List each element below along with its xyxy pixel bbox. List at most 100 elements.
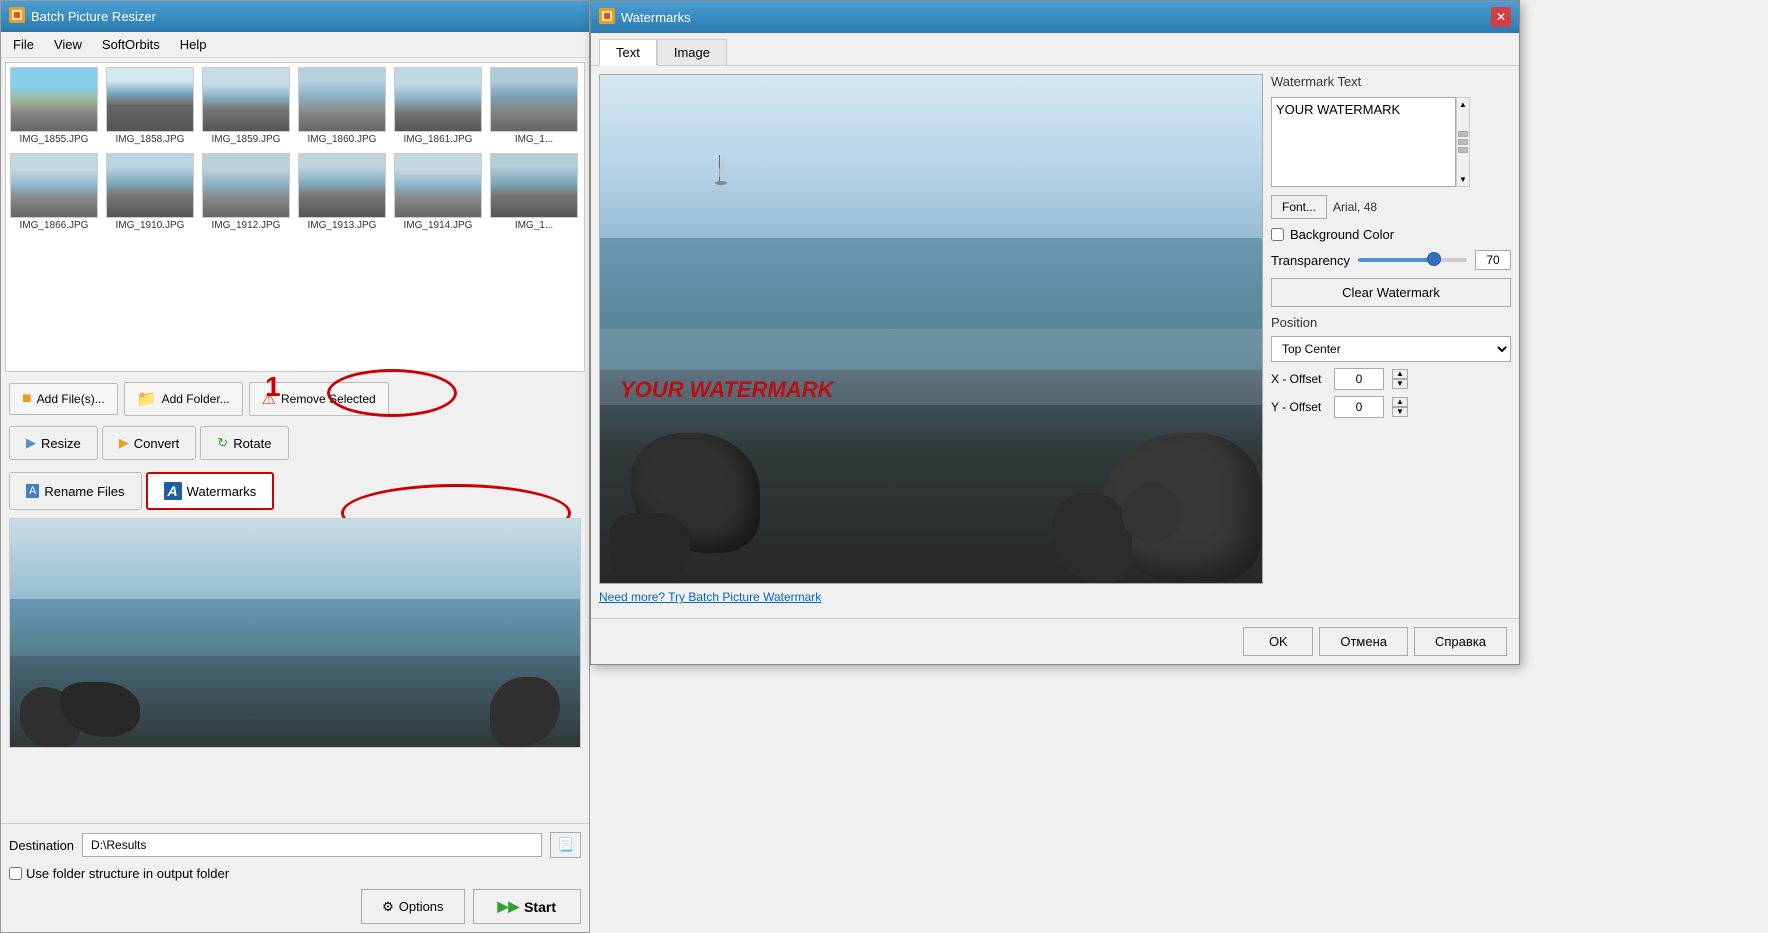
folder-structure-label: Use folder structure in output folder xyxy=(26,866,229,881)
transparency-slider[interactable] xyxy=(1358,258,1467,262)
y-offset-input[interactable] xyxy=(1334,396,1384,418)
transparency-label: Transparency xyxy=(1271,253,1350,268)
folder-icon: 📁 xyxy=(137,389,157,409)
dialog-tabs: Text Image xyxy=(591,33,1519,66)
list-item[interactable]: IMG_1912.JPG xyxy=(202,153,290,231)
destination-browse-button[interactable]: 📃 xyxy=(550,832,581,858)
settings-panel: Watermark Text ▲ ▼ Font... Arial, 48 xyxy=(1271,74,1511,610)
dialog-title: Watermarks xyxy=(621,10,691,25)
resize-icon: ▶ xyxy=(26,435,36,451)
position-dropdown[interactable]: Top Left Top Center Top Right Middle Lef… xyxy=(1271,336,1511,362)
y-offset-label: Y - Offset xyxy=(1271,400,1326,414)
tab-watermarks[interactable]: A Watermarks xyxy=(146,472,275,510)
dialog-content: YOUR WATERMARK Need more? Try Batch Pict… xyxy=(591,66,1519,618)
watermarks-dialog: Watermarks ✕ Text Image xyxy=(590,0,1520,665)
destination-input[interactable] xyxy=(82,833,542,857)
add-files-icon: ■ xyxy=(22,390,32,408)
list-item[interactable]: IMG_1914.JPG xyxy=(394,153,482,231)
menu-file[interactable]: File xyxy=(9,35,38,54)
convert-icon: ▶ xyxy=(119,435,129,451)
y-offset-down-btn[interactable]: ▼ xyxy=(1392,407,1408,417)
bg-color-label: Background Color xyxy=(1290,227,1394,242)
secondary-tabs-row: A Rename Files A Watermarks xyxy=(1,468,589,514)
watermark-text-label: Watermark Text xyxy=(1271,74,1511,89)
x-offset-up-btn[interactable]: ▲ xyxy=(1392,369,1408,379)
x-offset-label: X - Offset xyxy=(1271,372,1326,386)
tab-rename-files[interactable]: A Rename Files xyxy=(9,472,142,510)
start-button[interactable]: ▶▶ Start xyxy=(473,889,581,924)
scrollbar-up-btn[interactable]: ▲ xyxy=(1459,100,1467,109)
clear-watermark-button[interactable]: Clear Watermark xyxy=(1271,278,1511,307)
tab-convert[interactable]: ▶ Convert xyxy=(102,426,197,460)
menu-bar: File View SoftOrbits Help xyxy=(1,32,589,58)
destination-row: Destination 📃 xyxy=(9,832,581,858)
ok-button[interactable]: OK xyxy=(1243,627,1313,656)
rotate-icon: ↻ xyxy=(217,435,228,451)
y-offset-up-btn[interactable]: ▲ xyxy=(1392,397,1408,407)
main-toolbar: ■ Add File(s)... 📁 Add Folder... ⚠ Remov… xyxy=(1,376,589,422)
list-item[interactable]: IMG_1910.JPG xyxy=(106,153,194,231)
cancel-button[interactable]: Отмена xyxy=(1319,627,1408,656)
y-offset-row: Y - Offset ▲ ▼ xyxy=(1271,396,1511,418)
menu-view[interactable]: View xyxy=(50,35,86,54)
main-title: Batch Picture Resizer xyxy=(31,9,156,24)
x-offset-down-btn[interactable]: ▼ xyxy=(1392,379,1408,389)
position-section: Position Top Left Top Center Top Right M… xyxy=(1271,315,1511,418)
list-item[interactable]: IMG_1861.JPG xyxy=(394,67,482,145)
font-info: Arial, 48 xyxy=(1333,200,1377,214)
list-item[interactable]: IMG_1860.JPG xyxy=(298,67,386,145)
list-item[interactable]: IMG_1866.JPG xyxy=(10,153,98,231)
rename-icon: A xyxy=(26,484,39,498)
dialog-title-left: Watermarks xyxy=(599,8,691,27)
bottom-section: Destination 📃 Use folder structure in ou… xyxy=(1,823,589,932)
list-item[interactable]: IMG_1859.JPG xyxy=(202,67,290,145)
position-label: Position xyxy=(1271,315,1511,330)
tab-text[interactable]: Text xyxy=(599,39,657,66)
sailboat-decoration xyxy=(715,155,727,185)
x-offset-spinners: ▲ ▼ xyxy=(1392,369,1408,389)
dialog-close-button[interactable]: ✕ xyxy=(1491,7,1511,27)
options-gear-icon: ⚙ xyxy=(382,899,394,915)
preview-panel: YOUR WATERMARK Need more? Try Batch Pict… xyxy=(599,74,1263,610)
dialog-title-bar: Watermarks ✕ xyxy=(591,1,1519,33)
watermark-text-input[interactable] xyxy=(1271,97,1456,187)
y-offset-spinners: ▲ ▼ xyxy=(1392,397,1408,417)
list-item[interactable]: IMG_1858.JPG xyxy=(106,67,194,145)
browse-icon: 📃 xyxy=(557,837,574,852)
main-title-bar: Batch Picture Resizer xyxy=(1,1,589,32)
add-files-button[interactable]: ■ Add File(s)... xyxy=(9,383,118,415)
scrollbar-down-btn[interactable]: ▼ xyxy=(1459,175,1467,184)
help-button[interactable]: Справка xyxy=(1414,627,1507,656)
dialog-footer: OK Отмена Справка xyxy=(591,618,1519,664)
add-folder-button[interactable]: 📁 Add Folder... xyxy=(124,382,243,416)
menu-softorbits[interactable]: SoftOrbits xyxy=(98,35,164,54)
list-item[interactable]: IMG_1855.JPG xyxy=(10,67,98,145)
more-info-link[interactable]: Need more? Try Batch Picture Watermark xyxy=(599,584,1263,610)
app-icon xyxy=(9,7,25,26)
list-item[interactable]: IMG_1... xyxy=(490,67,578,145)
watermark-text-preview: YOUR WATERMARK xyxy=(620,377,833,403)
remove-selected-button[interactable]: ⚠ Remove Selected xyxy=(249,382,389,416)
start-arrow-icon: ▶▶ xyxy=(498,898,520,915)
main-preview-area xyxy=(9,518,581,748)
tab-resize[interactable]: ▶ Resize xyxy=(9,426,98,460)
tab-rotate[interactable]: ↻ Rotate xyxy=(200,426,288,460)
watermarks-tab-icon: A xyxy=(164,482,182,500)
list-item[interactable]: IMG_1913.JPG xyxy=(298,153,386,231)
tab-image[interactable]: Image xyxy=(657,39,727,65)
font-row: Font... Arial, 48 xyxy=(1271,195,1511,219)
bg-color-checkbox[interactable] xyxy=(1271,228,1284,241)
thumbnail-area: IMG_1855.JPG IMG_1858.JPG IMG_1859.JPG I… xyxy=(5,62,585,372)
dialog-icon xyxy=(599,8,615,27)
options-button[interactable]: ⚙ Options xyxy=(361,889,464,924)
folder-structure-checkbox[interactable] xyxy=(9,867,22,880)
destination-label: Destination xyxy=(9,838,74,853)
list-item[interactable]: IMG_1... xyxy=(490,153,578,231)
main-window: Batch Picture Resizer File View SoftOrbi… xyxy=(0,0,590,933)
x-offset-input[interactable] xyxy=(1334,368,1384,390)
font-button[interactable]: Font... xyxy=(1271,195,1327,219)
transparency-value-input[interactable] xyxy=(1475,250,1511,270)
menu-help[interactable]: Help xyxy=(176,35,211,54)
preview-image: YOUR WATERMARK xyxy=(599,74,1263,584)
action-buttons: ⚙ Options ▶▶ Start xyxy=(9,889,581,924)
